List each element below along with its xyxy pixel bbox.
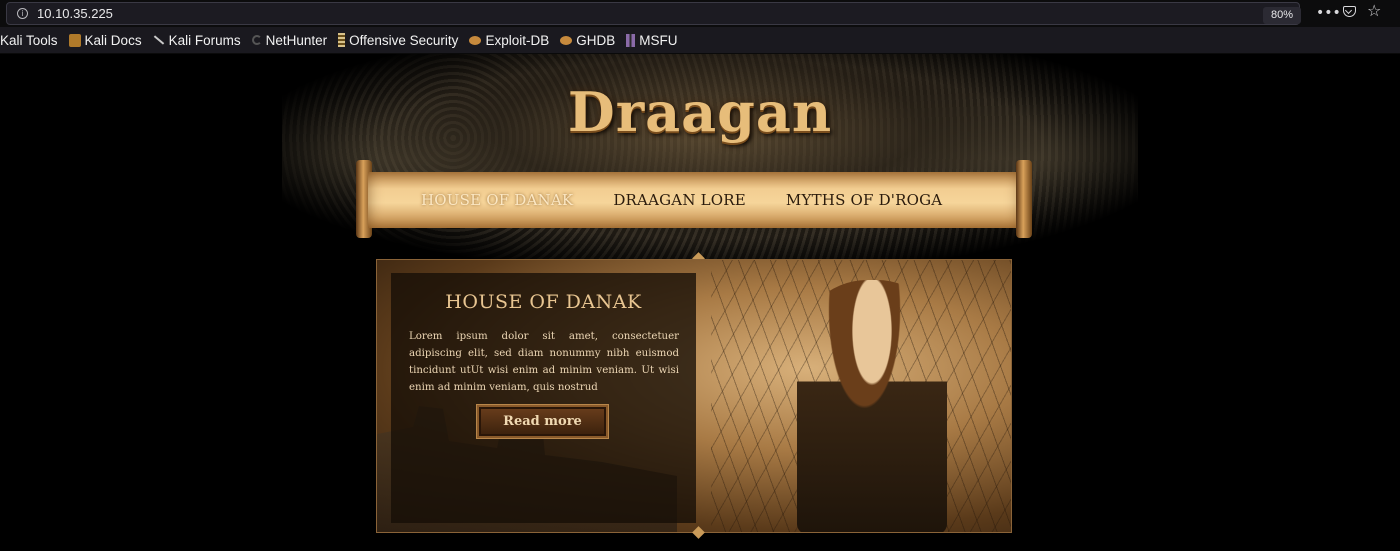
browser-toolbar: i 10.10.35.225 80% ••• ☆ [0,0,1400,27]
read-more-button[interactable]: Read more [477,405,608,438]
bookmark-label: Offensive Security [349,32,459,48]
bug-icon [560,35,573,45]
bookmark-ghdb[interactable]: GHDB [560,27,626,54]
msf-icon [626,33,636,47]
main-nav: HOUSE OF DANAK DRAAGAN LORE MYTHS OF D'R… [421,172,982,228]
bookmark-label: Kali Docs [84,32,142,48]
nav-scroll: HOUSE OF DANAK DRAAGAN LORE MYTHS OF D'R… [356,160,1032,238]
feature-text-panel: HOUSE OF DANAK Lorem ipsum dolor sit ame… [391,273,696,523]
bookmark-label: Exploit-DB [485,32,550,48]
nav-draagan-lore[interactable]: DRAAGAN LORE [613,191,746,209]
bug-icon [469,35,482,45]
address-bar[interactable]: i 10.10.35.225 80% [6,2,1301,25]
bookmark-label: Kali Forums [168,32,241,48]
bookmark-kali-docs[interactable]: Kali Docs [68,27,153,54]
bookmark-label: GHDB [576,32,616,48]
nav-myths-of-droga[interactable]: MYTHS OF D'ROGA [786,191,942,209]
bookmark-offensive-security[interactable]: Offensive Security [338,27,469,54]
book-icon [68,33,81,47]
scroll-paper: HOUSE OF DANAK DRAAGAN LORE MYTHS OF D'R… [368,172,1020,228]
pocket-icon[interactable] [1343,6,1356,17]
scroll-roll-right [1016,160,1032,238]
warrior-illustration [797,280,947,532]
url-text[interactable]: 10.10.35.225 [37,6,113,21]
bookmark-label: NetHunter [265,32,328,48]
zoom-level-badge[interactable]: 80% [1263,7,1301,24]
bookmark-msfu[interactable]: MSFU [626,27,688,54]
bookmark-nethunter[interactable]: NetHunter [251,27,339,54]
bookmark-exploit-db[interactable]: Exploit-DB [469,27,560,54]
bookmarks-toolbar: Kali Tools Kali Docs Kali Forums NetHunt… [0,27,1400,54]
star-icon[interactable]: ☆ [1367,3,1381,19]
bookmark-label: Kali Tools [0,32,58,48]
knife-icon [153,35,164,45]
nav-house-of-danak[interactable]: HOUSE OF DANAK [421,191,573,209]
bookmark-kali-tools[interactable]: Kali Tools [0,27,69,54]
site-logo[interactable]: Draagan [0,80,1400,144]
bookmark-label: MSFU [639,32,678,48]
info-icon[interactable]: i [17,8,28,19]
offsec-icon [338,33,346,47]
nethunter-icon [251,35,262,45]
read-more-wrapper: Read more [391,273,696,523]
feature-banner: HOUSE OF DANAK Lorem ipsum dolor sit ame… [376,259,1012,533]
bookmark-kali-forums[interactable]: Kali Forums [153,27,252,54]
web-page: Draagan HOUSE OF DANAK DRAAGAN LORE MYTH… [0,54,1400,551]
more-dots-icon[interactable]: ••• [1316,5,1341,21]
